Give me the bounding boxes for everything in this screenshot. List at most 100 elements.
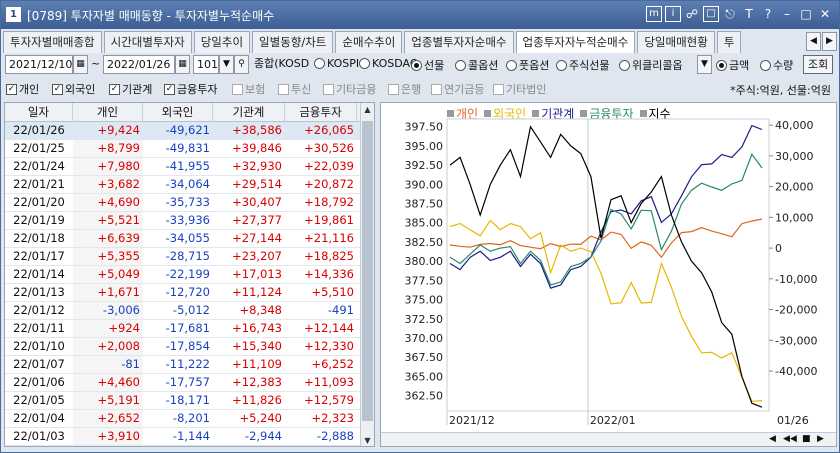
column-header[interactable]: 일자: [5, 103, 73, 122]
table-row[interactable]: 22/01/11 +924 -17,681 +16,743 +12,144: [5, 320, 374, 338]
chart-panel: 개인 외국인 기관계 금융투자 지수 397.50 395.00 392.50 390…: [380, 102, 837, 447]
chevron-down-icon[interactable]: ▼: [219, 55, 234, 74]
check-individual[interactable]: ✓ 개인: [6, 81, 39, 97]
scroll-left-icon[interactable]: ◀: [769, 433, 776, 446]
tab-sector-cumulative[interactable]: 업종투자자누적순매수: [515, 31, 636, 53]
radio-stock-futures[interactable]: 주식선물: [556, 57, 609, 73]
radio-futures[interactable]: 선물: [411, 57, 444, 73]
checkbox-icon: [232, 83, 243, 95]
column-header[interactable]: 금융투자: [285, 103, 357, 122]
calendar-icon[interactable]: ▦: [73, 55, 88, 74]
table-row[interactable]: 22/01/03 +3,910 -1,144 -2,944 -2,888: [5, 428, 374, 446]
maximize-icon[interactable]: □: [798, 6, 814, 22]
left-axis-tick: 382.50: [405, 236, 444, 249]
calendar-icon[interactable]: ▦: [175, 55, 190, 74]
value-cell: +18,825: [304, 249, 354, 263]
radio-icon: [411, 59, 422, 71]
right-axis-tick: 10,000: [775, 211, 814, 224]
check-financial-investment[interactable]: ✓ 금융투자: [164, 81, 217, 97]
window-icon[interactable]: □: [703, 6, 719, 22]
table-body: 22/01/26 +9,424 -49,621 +38,586 +26,065 22/01…: [5, 122, 374, 446]
pin-icon[interactable]: ⎋: [722, 6, 738, 22]
chart-scrollbar[interactable]: ◀ ◀◀ ■ ▶: [381, 432, 836, 446]
vertical-scrollbar[interactable]: ▲ ▼: [360, 103, 374, 446]
m-icon[interactable]: m: [646, 6, 662, 22]
left-axis-tick: 372.50: [405, 313, 444, 326]
column-header[interactable]: 개인: [73, 103, 143, 122]
scroll-thumb[interactable]: [362, 121, 373, 421]
value-cell: +9,424: [97, 123, 140, 137]
value-cell: +2,008: [73, 338, 143, 355]
value-cell: +4,460: [73, 374, 143, 391]
table-row[interactable]: 22/01/14 +5,049 -22,199 +17,013 +14,336: [5, 266, 374, 284]
text-icon[interactable]: T: [741, 6, 757, 22]
close-icon[interactable]: ✕: [817, 6, 833, 22]
link-icon[interactable]: ☍: [684, 6, 700, 22]
table-row[interactable]: 22/01/25 +8,799 -49,831 +39,846 +30,526: [5, 140, 374, 158]
table-row[interactable]: 22/01/13 +1,671 -12,720 +11,124 +5,510: [5, 284, 374, 302]
value-cell: -33,936: [165, 213, 210, 227]
radio-call[interactable]: 콜옵션: [455, 57, 498, 73]
column-header[interactable]: 외국인: [143, 103, 213, 122]
tab-daily-chart[interactable]: 일별동향/차트: [252, 31, 334, 53]
search-button[interactable]: 조회: [803, 55, 833, 74]
x-axis-label: 01/26: [777, 414, 809, 427]
start-date-field[interactable]: 2021/12/10: [5, 55, 73, 74]
tab-next-icon[interactable]: ▶: [822, 32, 837, 51]
check-foreign[interactable]: ✓ 외국인: [52, 81, 95, 97]
radio-amount[interactable]: 금액: [716, 57, 749, 73]
minimize-icon[interactable]: –: [779, 6, 795, 22]
chart-canvas[interactable]: 397.50 395.00 392.50 390.00 387.50 385.00 382.…: [381, 103, 836, 431]
scroll-right-icon[interactable]: ▶: [817, 433, 824, 446]
chevron-down-icon[interactable]: ▼: [697, 55, 712, 74]
scroll-down-icon[interactable]: ▼: [361, 434, 374, 446]
tab-investor-summary[interactable]: 투자자별매매종합: [3, 31, 102, 53]
radio-weekly-call[interactable]: 위클리콜옵: [619, 57, 683, 73]
radio-label: 콜옵션: [468, 59, 499, 72]
end-date-field[interactable]: 2022/01/26: [103, 55, 175, 74]
radio-quantity[interactable]: 수량: [760, 57, 793, 73]
table-row[interactable]: 22/01/18 +6,639 -34,055 +27,144 +21,116: [5, 230, 374, 248]
table-row[interactable]: 22/01/17 +5,355 -28,715 +23,207 +18,825: [5, 248, 374, 266]
code-field[interactable]: 101: [193, 55, 219, 74]
table-row[interactable]: 22/01/05 +5,191 -18,171 +11,826 +12,579: [5, 392, 374, 410]
tab-daily-trading[interactable]: 당일매매현황: [637, 31, 715, 53]
value-cell: -3,006: [73, 302, 143, 319]
rewind-icon[interactable]: ◀◀: [783, 433, 797, 446]
table-row[interactable]: 22/01/04 +2,652 -8,201 +5,240 +2,323: [5, 410, 374, 428]
tab-daily-trend[interactable]: 당일추이: [193, 31, 251, 53]
tab-time-investor[interactable]: 시간대별투자자: [103, 31, 192, 53]
search-icon[interactable]: ⚲: [234, 55, 249, 74]
table-row[interactable]: 22/01/24 +7,980 -41,955 +32,930 +22,039: [5, 158, 374, 176]
table-row[interactable]: 22/01/19 +5,521 -33,936 +27,377 +19,861: [5, 212, 374, 230]
stop-icon[interactable]: ■: [802, 433, 811, 446]
tab-net-buy-trend[interactable]: 순매수추이: [335, 31, 403, 53]
check-institution[interactable]: ✓ 기관계: [109, 81, 152, 97]
radio-kosdaq[interactable]: KOSDAQ: [359, 57, 419, 70]
radio-put[interactable]: 풋옵션: [506, 57, 549, 73]
date-cell: 22/01/19: [13, 213, 65, 227]
value-cell: +32,930: [232, 159, 282, 173]
table-row[interactable]: 22/01/07 -81 -11,222 +11,109 +6,252: [5, 356, 374, 374]
table-row[interactable]: 22/01/26 +9,424 -49,621 +38,586 +26,065: [5, 122, 374, 140]
tab-prev-icon[interactable]: ◀: [806, 32, 821, 51]
table-row[interactable]: 22/01/10 +2,008 -17,854 +15,340 +12,330: [5, 338, 374, 356]
table-row[interactable]: 22/01/20 +4,690 -35,733 +30,407 +18,792: [5, 194, 374, 212]
tab-more[interactable]: 투: [716, 31, 742, 53]
radio-icon: [716, 59, 727, 71]
table-row[interactable]: 22/01/06 +4,460 -17,757 +12,383 +11,093: [5, 374, 374, 392]
right-axis-tick: -10,000: [775, 273, 817, 286]
window-title: [0789] 투자자별 매매동향 - 투자자별누적순매수: [27, 9, 275, 23]
right-axis-tick: -30,000: [775, 334, 817, 347]
info-icon[interactable]: i: [665, 6, 681, 22]
value-cell: +12,579: [304, 393, 354, 407]
tab-sector-net-buy[interactable]: 업종별투자자순매수: [404, 31, 514, 53]
help-icon[interactable]: ?: [760, 6, 776, 22]
table-row[interactable]: 22/01/21 +3,682 -34,064 +29,514 +20,872: [5, 176, 374, 194]
table-row[interactable]: 22/01/12 -3,006 -5,012 +8,348 -491: [5, 302, 374, 320]
radio-kospi[interactable]: KOSPI: [314, 57, 359, 70]
title-bar[interactable]: 1 [0789] 투자자별 매매동향 - 투자자별누적순매수 m i ☍ □ ⎋…: [1, 1, 839, 29]
column-header[interactable]: 기관계: [213, 103, 285, 122]
scroll-up-icon[interactable]: ▲: [361, 103, 374, 117]
left-axis-tick: 385.00: [405, 217, 444, 230]
